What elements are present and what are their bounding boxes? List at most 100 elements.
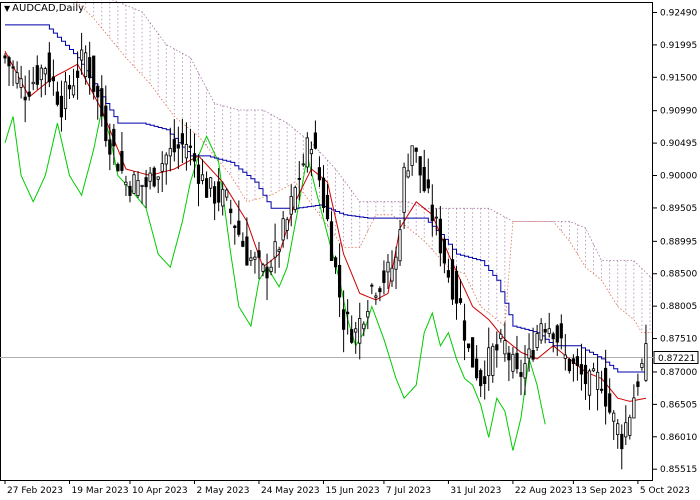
candle-body [374,295,378,298]
time-axis: 27 Feb 2023 19 Mar 2023 10 Apr 2023 2 May 2… [4,480,690,496]
candle-body [539,323,543,341]
candlestick [265,253,269,301]
price-tick-label: 0.90990 [660,107,697,117]
candlestick [132,171,136,194]
candlestick [160,151,164,193]
candle-body [479,370,483,387]
candlestick [136,171,140,199]
price-tick-label: 0.92490 [660,8,697,18]
price-tick-label: 0.91995 [660,41,697,51]
price-tick-label: 0.88500 [660,270,697,280]
candle-body [289,196,293,215]
candle-body [269,266,273,272]
chikou-span-line [4,109,546,451]
candle-body [277,249,281,253]
candlestick [539,318,543,344]
candle-body [567,358,572,372]
candlestick [96,84,100,120]
candlestick [301,153,305,167]
candle-body [487,347,491,376]
candle-body [204,178,209,198]
candle-body [172,139,176,153]
candle-body [483,376,487,385]
candlestick [503,322,507,362]
price-tick-label: 0.88005 [660,302,697,312]
time-tick-label: 15 Jun 2023 [325,486,379,496]
candle-body [591,368,596,372]
candlestick [253,251,257,274]
candlestick [329,211,334,261]
time-tick-label: 5 Oct 2023 [640,486,690,496]
candle-body [466,343,471,349]
candle-body [96,85,100,98]
candle-body [67,84,72,90]
candle-body [261,264,265,272]
candle-body [309,149,314,155]
candle-body [579,364,584,375]
candle-body [640,362,644,368]
candle-body [410,145,414,166]
price-tick-label: 0.87510 [660,335,697,345]
candle-body [628,416,632,436]
candle-body [551,333,555,340]
candlestick [442,237,447,274]
candlestick [608,378,612,415]
candlestick [354,321,358,354]
candle-body [245,236,249,266]
price-chart[interactable]: 0.92490 0.91995 0.91500 0.90990 0.90495 0.900… [0,0,700,500]
candle-body [59,95,64,118]
candle-body [366,310,370,318]
candlestick [76,51,80,100]
candle-body [208,177,213,189]
price-tick-label: 0.90000 [660,172,697,182]
candle-body [354,328,358,333]
candlestick [587,368,592,410]
candlestick [366,299,370,330]
candle-body [88,57,92,79]
candle-body [563,354,567,359]
candle-body [499,333,503,340]
candle-body [430,204,434,222]
candlestick [378,286,382,302]
candlestick [596,357,600,411]
candle-body [297,177,301,180]
candle-body [450,259,455,300]
candle-body [402,166,406,213]
candle-body [27,91,31,97]
candle-body [273,241,277,258]
candlestick [67,75,72,99]
candle-body [458,298,463,303]
candle-body [531,349,535,360]
candlestick [559,314,563,350]
candle-body [583,364,588,385]
candlestick [616,419,620,449]
time-tick-label: 31 Jul 2023 [450,486,501,496]
candle-body [358,317,362,344]
candle-body [519,372,523,377]
candle-body [188,145,192,148]
candle-body [386,261,390,273]
candlesticks [3,32,648,470]
candlestick [426,158,430,194]
candle-body [446,270,451,278]
candlestick [519,359,523,396]
candle-body [636,381,640,387]
candlestick [438,206,443,267]
candle-body [523,363,527,379]
candle-body [604,367,608,407]
candlestick [499,328,503,343]
candle-body [511,353,515,372]
candle-body [160,163,164,172]
candle-body [19,78,23,88]
candlestick [43,66,47,96]
candle-body [632,397,636,419]
candlestick [483,360,487,400]
candlestick [374,292,378,305]
candlestick [152,166,156,188]
candlestick [474,345,479,381]
candle-body [184,144,188,159]
candle-body [329,221,334,261]
candlestick [333,255,338,274]
candle-body [217,181,221,203]
candle-body [398,229,402,262]
